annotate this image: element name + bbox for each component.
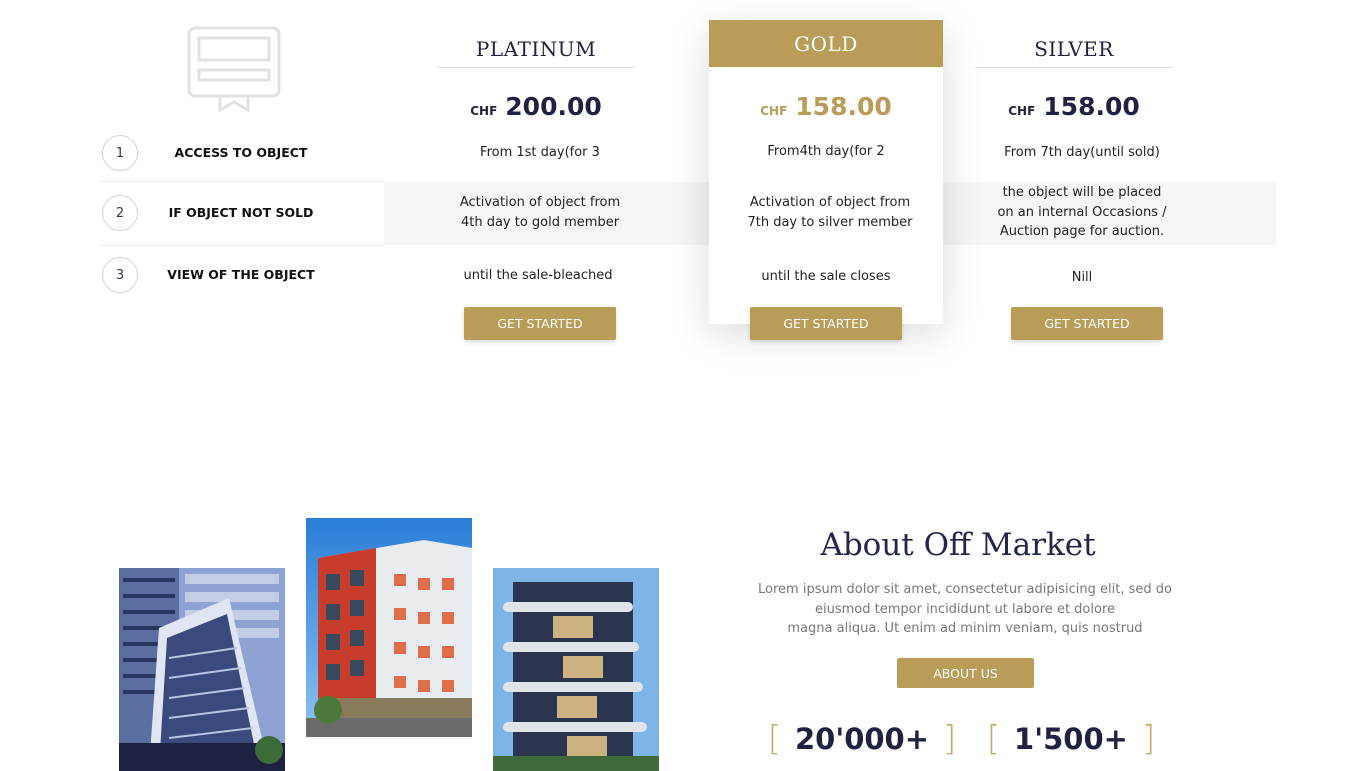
cell-line: 7th day to silver member (747, 214, 913, 230)
platinum-title-rule (437, 67, 635, 68)
building-photo-2 (306, 518, 472, 737)
platinum-price: CHF 200.00 (436, 92, 636, 128)
about-line: Lorem ipsum dolor sit amet, consectetur … (758, 582, 1172, 597)
platinum-view-cell: until the sale-bleached (463, 268, 613, 283)
about-line: magna aliqua. Ut enim ad minim veniam, q… (787, 621, 1143, 636)
certificate-icon (187, 26, 281, 113)
about-title: About Off Market (820, 527, 1096, 563)
platinum-plan-title: PLATINUM (475, 37, 597, 61)
row-label-access: ACCESS TO OBJECT (174, 145, 308, 160)
row-divider (100, 181, 384, 182)
stat-counter: [ 1'500+ ] (986, 714, 1156, 764)
gold-plan-title: GOLD (709, 20, 943, 67)
currency-label: CHF (1008, 104, 1036, 118)
gold-price: CHF 158.00 (709, 92, 943, 128)
platinum-access-cell: From 1st day(for 3 (480, 145, 600, 160)
cell-line: Auction page for auction. (999, 224, 1165, 239)
cell-line: 4th day to gold member (460, 214, 620, 230)
about-line: eiusmod tempor incididunt ut labore et d… (815, 601, 1115, 617)
gold-access-cell: From4th day(for 2 (767, 144, 885, 159)
silver-view-cell: Nill (1071, 270, 1093, 285)
bracket-left-icon: [ (767, 719, 781, 759)
silver-access-cell: From 7th day(until sold) (1004, 145, 1160, 160)
row-divider (100, 245, 384, 246)
silver-not-sold-cell: the object will be placed on an internal… (962, 183, 1202, 242)
silver-plan-title: SILVER (1034, 37, 1114, 61)
silver-get-started-button[interactable]: GET STARTED (1011, 307, 1163, 340)
building-photo-1 (119, 568, 285, 771)
gold-not-sold-cell: Activation of object from 7th day to sil… (709, 193, 951, 232)
bracket-right-icon: ] (1141, 719, 1156, 759)
currency-label: CHF (470, 104, 498, 118)
platinum-get-started-button[interactable]: GET STARTED (464, 307, 616, 340)
cell-line: Activation of object from (459, 195, 621, 210)
stat-value: 1'500+ (1014, 722, 1128, 756)
row-number-1: 1 (102, 135, 138, 171)
price-amount: 200.00 (505, 92, 602, 121)
stat-value: 20'000+ (794, 722, 930, 756)
bracket-left-icon: [ (986, 719, 1001, 759)
gold-get-started-button[interactable]: GET STARTED (750, 307, 902, 340)
gold-view-cell: until the sale closes (761, 269, 891, 284)
silver-price: CHF 158.00 (972, 92, 1176, 128)
cell-line: on an internal Occasions / (997, 204, 1167, 220)
stat-counter: [ 20'000+ ] (767, 714, 957, 764)
silver-title-rule (975, 67, 1173, 68)
cell-line: the object will be placed (1002, 185, 1162, 200)
building-photo-3 (493, 568, 659, 771)
platinum-not-sold-cell: Activation of object from 4th day to gol… (420, 193, 660, 232)
row-label-view: VIEW OF THE OBJECT (167, 267, 315, 282)
bracket-right-icon: ] (943, 719, 957, 759)
row-number-2: 2 (102, 195, 138, 231)
price-amount: 158.00 (795, 92, 892, 121)
about-description: Lorem ipsum dolor sit amet, consectetur … (752, 580, 1178, 639)
row-number-3: 3 (102, 257, 138, 293)
currency-label: CHF (760, 104, 788, 118)
about-us-button[interactable]: ABOUT US (897, 658, 1034, 688)
row-label-not-sold: IF OBJECT NOT SOLD (168, 205, 314, 220)
price-amount: 158.00 (1043, 92, 1140, 121)
cell-line: Activation of object from (749, 195, 911, 210)
